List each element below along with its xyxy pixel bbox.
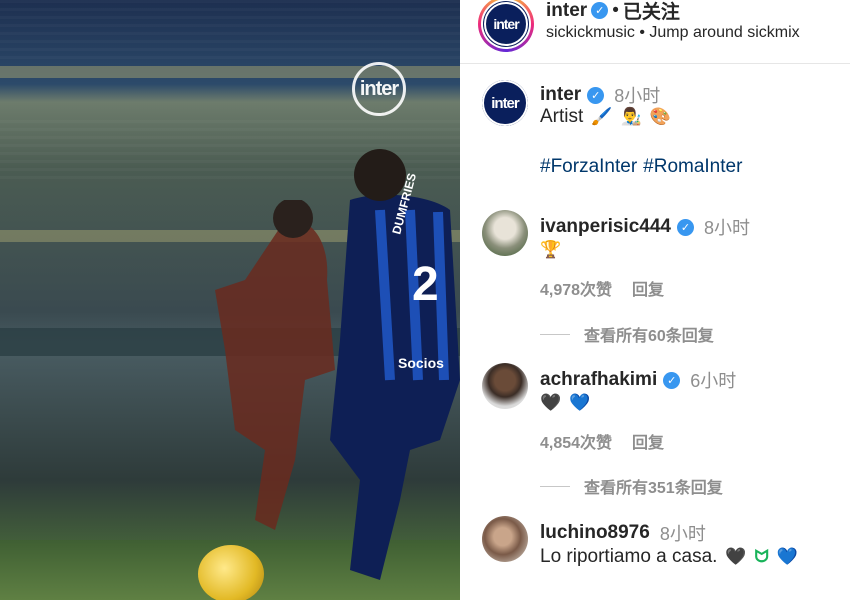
verified-badge-icon: ✓: [591, 2, 609, 19]
player-blue-kit: 2 DUMFRIES Socios: [330, 149, 460, 580]
player-number: 2: [412, 258, 439, 311]
comment-name-line: luchino8976 8小时: [540, 520, 706, 546]
comment-time: 8小时: [703, 218, 750, 238]
comment-name-line: achrafhakimi ✓ 6小时: [540, 367, 736, 393]
view-replies-button[interactable]: 查看所有60条回复: [540, 322, 714, 346]
reply-button[interactable]: 回复: [632, 429, 664, 453]
comment-username[interactable]: luchino8976: [540, 522, 650, 544]
header-username[interactable]: inter: [546, 0, 587, 22]
header-avatar-label: inter: [493, 16, 519, 32]
reply-button[interactable]: 回复: [632, 276, 664, 300]
caption-name-line: inter ✓ 8小时: [540, 82, 660, 108]
green-symbol-emoji: ᗢ: [754, 547, 769, 566]
watermark-label: inter: [359, 77, 399, 100]
hashtags: #ForzaInter #RomaInter: [540, 156, 742, 178]
view-replies-label: 查看所有60条回复: [584, 328, 714, 345]
palette-emoji: 🎨: [649, 107, 671, 126]
caption-text: Artist 🖌️ 👨‍🎨 🎨: [540, 106, 671, 128]
black-heart-emoji: 🖤: [725, 547, 747, 566]
comment-meta: 4,854次赞 回复: [540, 429, 664, 453]
audio-subtitle[interactable]: sickickmusic • Jump around sickmix: [546, 24, 800, 42]
comment-meta: 4,978次赞 回复: [540, 276, 664, 300]
comment-text: 🏆: [540, 240, 561, 260]
commenter-avatar[interactable]: [482, 363, 528, 409]
post-panel: inter inter ✓ • 已关注 sickickmusic • Jump …: [460, 0, 850, 600]
comment-text: Lo riportiamo a casa. 🖤 ᗢ 💙: [540, 546, 798, 568]
caption-avatar-label: inter: [491, 94, 519, 112]
caption-username[interactable]: inter: [540, 84, 581, 106]
comment-text: 🖤 💙: [540, 393, 590, 413]
video-player[interactable]: 2 DUMFRIES Socios inter: [0, 0, 460, 600]
paintbrush-emoji: 🖌️: [591, 107, 613, 126]
post-header: inter inter ✓ • 已关注 sickickmusic • Jump …: [460, 0, 850, 64]
comment-username[interactable]: ivanperisic444: [540, 216, 671, 238]
stadium-stands: [0, 0, 460, 60]
inter-watermark-icon: inter: [352, 62, 406, 116]
caption-text-value: Artist: [540, 106, 584, 127]
comment-name-line: ivanperisic444 ✓ 8小时: [540, 214, 750, 240]
comment-likes[interactable]: 4,854次赞: [540, 429, 612, 453]
comment-text-value: Lo riportiamo a casa.: [540, 546, 718, 567]
caption-avatar[interactable]: inter: [482, 80, 528, 126]
view-replies-button[interactable]: 查看所有351条回复: [540, 474, 723, 498]
commenter-avatar[interactable]: [482, 516, 528, 562]
hashtag-link[interactable]: #RomaInter: [643, 156, 742, 178]
separator-dot: •: [612, 0, 619, 21]
black-heart-emoji: 🖤: [540, 393, 562, 412]
blue-heart-emoji: 💙: [776, 547, 798, 566]
artist-emoji: 👨‍🎨: [620, 107, 642, 126]
verified-badge-icon: ✓: [587, 86, 605, 104]
comment-likes[interactable]: 4,978次赞: [540, 276, 612, 300]
verified-badge-icon: ✓: [663, 371, 681, 389]
view-replies-line: [540, 485, 570, 487]
verified-badge-icon: ✓: [676, 218, 694, 236]
follow-status[interactable]: 已关注: [623, 0, 680, 24]
caption-time: 8小时: [614, 86, 661, 106]
header-name-row: inter ✓ • 已关注: [546, 0, 680, 24]
view-replies-line: [540, 333, 570, 335]
commenter-avatar[interactable]: [482, 210, 528, 256]
trophy-emoji: 🏆: [540, 240, 562, 259]
hashtag-link[interactable]: #ForzaInter: [540, 156, 637, 178]
football: [198, 545, 264, 600]
sponsor-label: Socios: [398, 355, 444, 371]
blue-heart-emoji: 💙: [569, 393, 591, 412]
comment-username[interactable]: achrafhakimi: [540, 369, 657, 391]
header-avatar[interactable]: inter: [478, 0, 534, 52]
inter-logo-icon: inter: [484, 2, 528, 46]
comment-time: 6小时: [690, 371, 737, 391]
inter-logo-icon: inter: [482, 80, 528, 126]
comment-time: 8小时: [659, 524, 706, 544]
view-replies-label: 查看所有351条回复: [584, 480, 723, 497]
